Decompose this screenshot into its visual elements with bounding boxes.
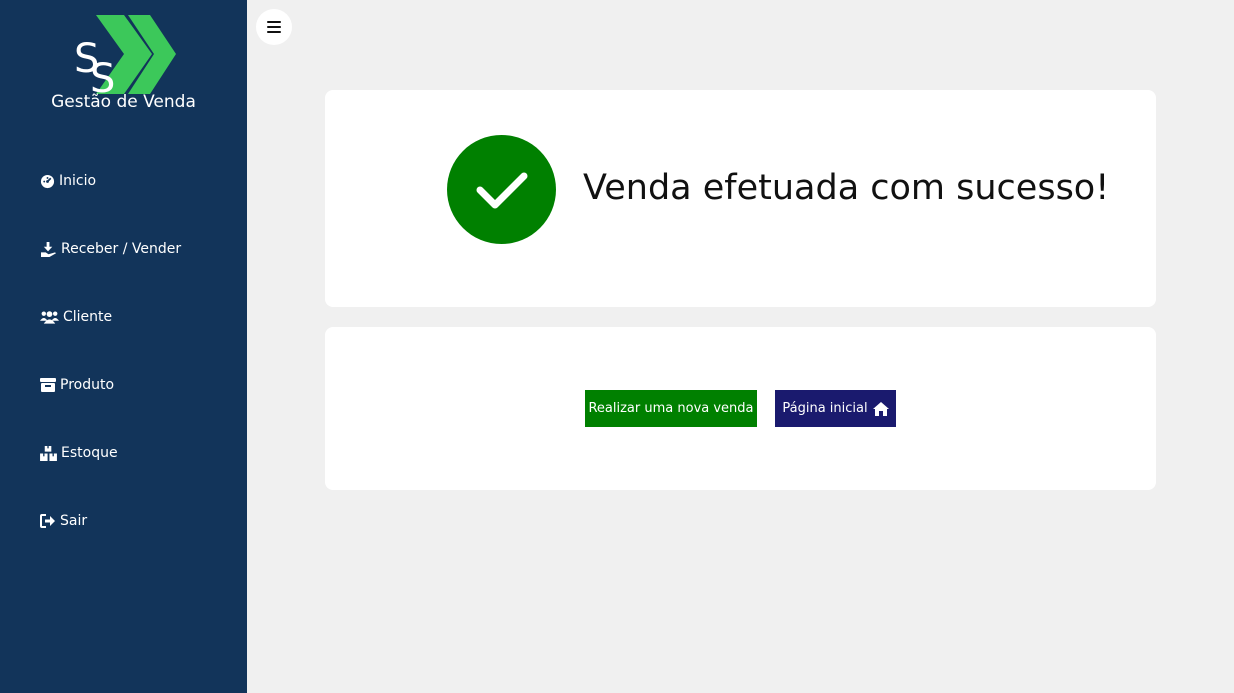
- sidebar-item-produto[interactable]: Produto: [40, 374, 114, 396]
- menu-toggle-button[interactable]: [256, 9, 292, 45]
- sidebar-item-label: Sair: [60, 513, 88, 529]
- new-sale-label: Realizar uma nova venda: [588, 401, 754, 416]
- home-page-label: Página inicial: [782, 401, 868, 416]
- logo-chevrons-icon: S S: [74, 15, 176, 102]
- box-icon: [40, 378, 56, 392]
- sidebar-item-estoque[interactable]: Estoque: [40, 442, 118, 464]
- success-check-icon: [447, 135, 556, 244]
- sidebar-item-sair[interactable]: Sair: [40, 510, 87, 532]
- sidebar-item-label: Cliente: [63, 309, 113, 325]
- dashboard-icon: [40, 174, 55, 188]
- sidebar: S S Gestão de Venda Inicio Receber / Ven…: [0, 0, 247, 693]
- logo-text: Gestão de Venda: [51, 92, 196, 112]
- sidebar-item-label: Produto: [60, 377, 115, 393]
- sign-out-icon: [40, 514, 55, 528]
- hamburger-icon: [267, 21, 281, 33]
- new-sale-button[interactable]: Realizar uma nova venda: [585, 390, 757, 427]
- success-card: Venda efetuada com sucesso!: [325, 90, 1156, 307]
- boxes-icon: [40, 445, 57, 461]
- home-icon: [872, 401, 889, 416]
- sidebar-item-receber-vender[interactable]: Receber / Vender: [40, 238, 181, 260]
- success-message: Venda efetuada com sucesso!: [583, 168, 1110, 208]
- sidebar-item-label: Inicio: [59, 173, 97, 189]
- sidebar-item-label: Estoque: [61, 445, 118, 461]
- users-icon: [40, 311, 59, 324]
- app-logo[interactable]: S S Gestão de Venda: [0, 0, 247, 130]
- home-page-button[interactable]: Página inicial: [775, 390, 896, 427]
- hand-receive-icon: [41, 241, 56, 257]
- sidebar-item-label: Receber / Vender: [61, 241, 182, 257]
- sidebar-item-cliente[interactable]: Cliente: [40, 306, 112, 328]
- actions-card: Realizar uma nova venda Página inicial: [325, 327, 1156, 490]
- sidebar-item-inicio[interactable]: Inicio: [40, 170, 96, 192]
